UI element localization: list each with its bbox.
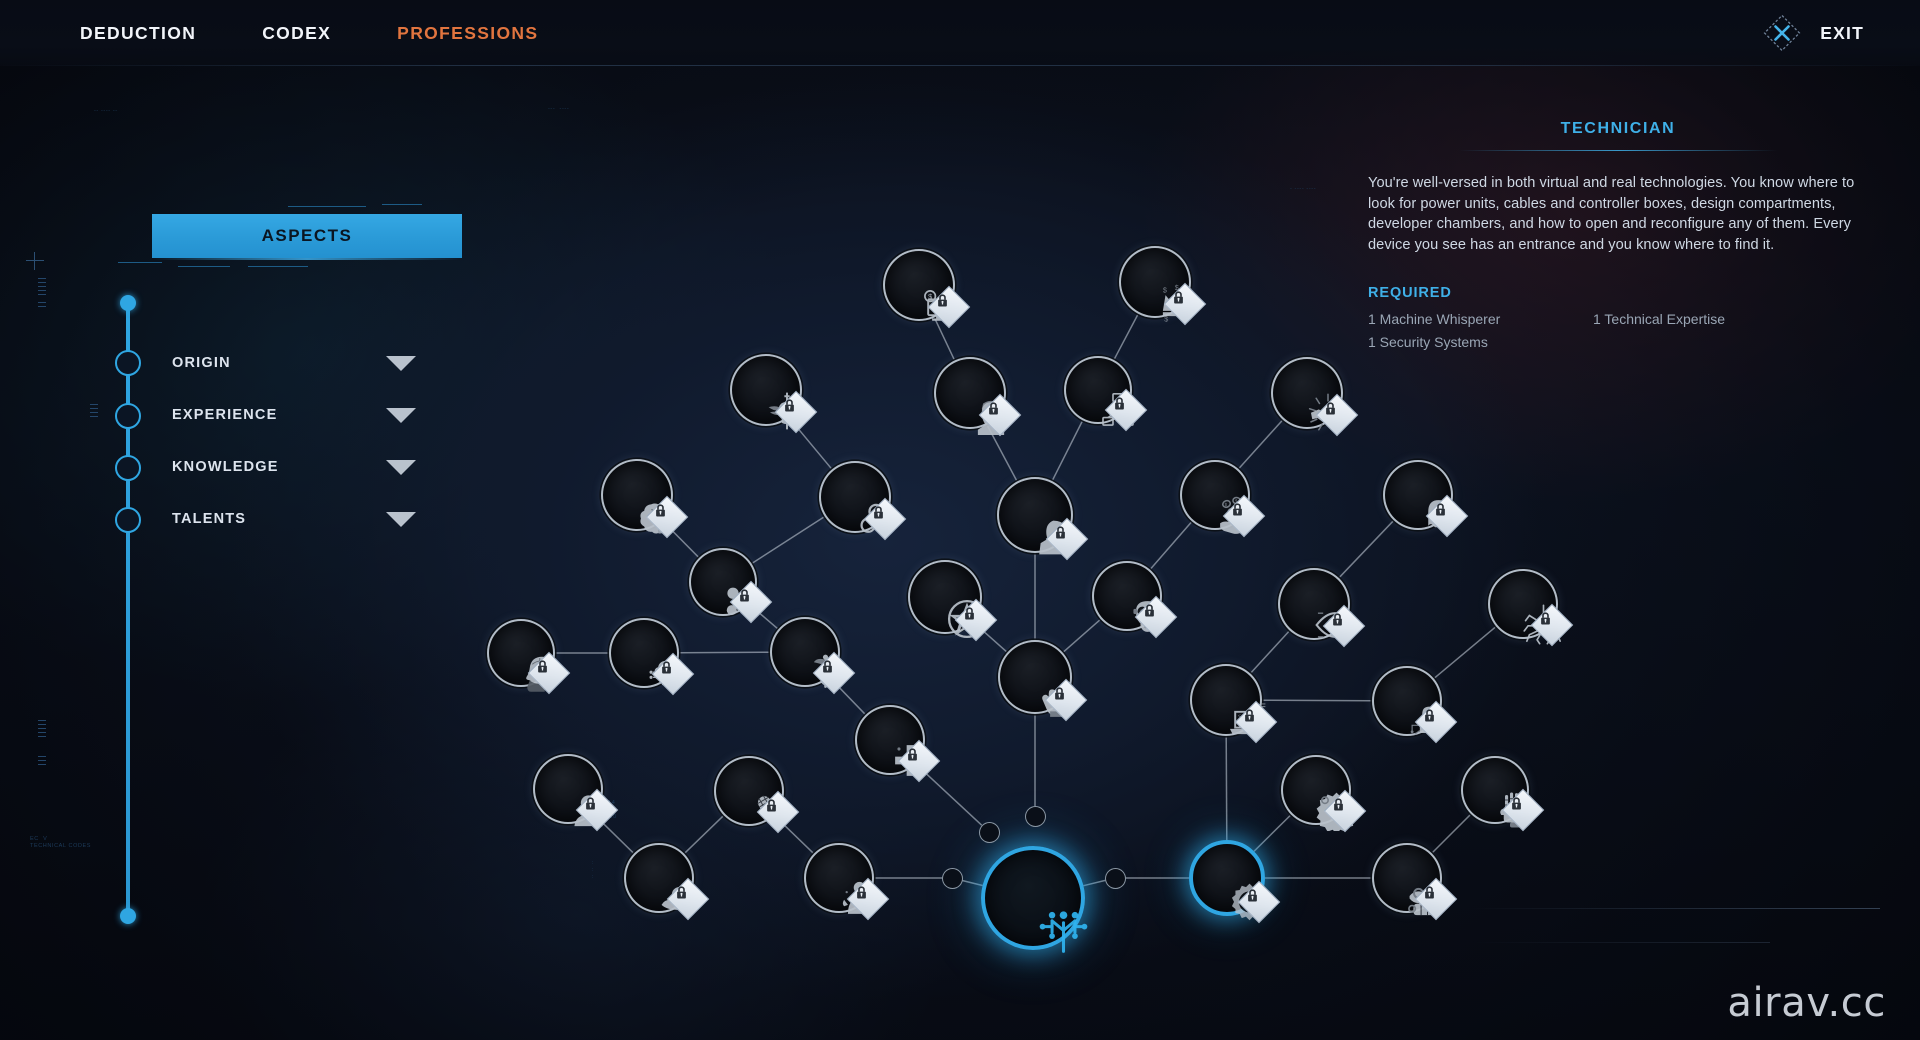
sidebar-item-experience[interactable]: EXPERIENCE xyxy=(172,398,434,432)
skill-link-junction xyxy=(978,821,1000,843)
skill-node-masked-person[interactable] xyxy=(934,357,1022,437)
svg-text:$: $ xyxy=(1225,502,1228,507)
skill-node-raised-fist[interactable] xyxy=(998,640,1088,722)
requirement-item: 1 Machine Whisperer xyxy=(1368,311,1501,327)
aspects-timeline-track xyxy=(126,300,130,918)
sidebar-item-talents[interactable]: TALENTS xyxy=(172,502,434,536)
svg-text:$: $ xyxy=(928,292,932,301)
timeline-cap-top xyxy=(120,295,136,311)
svg-text:$: $ xyxy=(1164,314,1168,323)
aspects-underline xyxy=(152,258,462,260)
requirement-item: 1 Technical Expertise xyxy=(1593,311,1726,327)
profession-description: You're well-versed in both virtual and r… xyxy=(1368,175,1855,253)
aspects-sidebar: ASPECTS ORIGIN EXPERIENCE KNOWLEDGE TALE… xyxy=(0,0,520,1040)
skill-node-spider[interactable] xyxy=(1488,569,1574,647)
sidebar-deco-line xyxy=(178,266,230,267)
required-label: REQUIRED xyxy=(1368,285,1452,301)
skill-node-gas-mask[interactable] xyxy=(1092,561,1178,639)
timeline-node-talents[interactable] xyxy=(115,507,141,533)
skill-node-presenter[interactable] xyxy=(804,843,890,921)
skill-node-money-monitor[interactable]: $ $ $ xyxy=(883,249,971,329)
sidebar-deco-line xyxy=(248,266,308,267)
requirement-item: 1 Security Systems xyxy=(1368,334,1488,350)
tab-professions[interactable]: PROFESSIONS xyxy=(395,19,540,48)
skill-node-fedora-hat[interactable] xyxy=(624,843,710,921)
skill-node-person-bust[interactable] xyxy=(533,754,619,832)
skill-node-technician[interactable] xyxy=(1189,840,1281,924)
skill-link-junction xyxy=(1104,867,1126,889)
skill-node-star-badge[interactable] xyxy=(908,560,998,642)
skill-node-winged-skull[interactable] xyxy=(730,354,818,434)
chevron-down-icon[interactable] xyxy=(386,407,416,423)
aspects-header-label: ASPECTS xyxy=(261,226,353,245)
sidebar-item-knowledge[interactable]: KNOWLEDGE xyxy=(172,450,434,484)
svg-text:$: $ xyxy=(1163,286,1167,295)
skill-node-coins-hand[interactable]: $$$ xyxy=(1180,460,1266,538)
sidebar-deco-line xyxy=(382,204,422,205)
skill-node-ghost[interactable] xyxy=(1383,460,1469,538)
sidebar-item-label: EXPERIENCE xyxy=(172,407,278,423)
requirement-spacer xyxy=(1593,333,1868,352)
skill-node-caduceus[interactable] xyxy=(770,617,856,695)
timeline-node-experience[interactable] xyxy=(115,403,141,429)
skill-node-network-money[interactable]: $ xyxy=(1064,356,1148,432)
timeline-cap-bottom xyxy=(120,908,136,924)
sidebar-item-label: TALENTS xyxy=(172,511,247,527)
skill-node-laptop-code[interactable]: </>{ } xyxy=(1190,664,1278,744)
skill-link-junction xyxy=(1024,805,1046,827)
sidebar-deco-line xyxy=(118,262,162,263)
skill-node-medical-cross[interactable] xyxy=(855,705,941,783)
nav-tabs: DEDUCTION CODEX PROFESSIONS xyxy=(78,0,540,66)
profession-info-panel: TECHNICIAN You're well-versed in both vi… xyxy=(1368,120,1868,352)
skill-node-handshake[interactable] xyxy=(1271,357,1359,437)
chevron-down-icon[interactable] xyxy=(386,355,416,371)
exit-label: EXIT xyxy=(1820,22,1864,43)
timeline-node-knowledge[interactable] xyxy=(115,455,141,481)
close-x-diamond-icon xyxy=(1760,11,1804,55)
profession-title: TECHNICIAN xyxy=(1560,120,1676,137)
skill-node-mic-hand[interactable] xyxy=(714,756,800,834)
skill-node-brain-chip[interactable] xyxy=(609,618,695,696)
skill-node-brain[interactable] xyxy=(601,459,689,539)
exit-button[interactable]: EXIT xyxy=(1760,0,1864,66)
aspects-header-button[interactable]: ASPECTS xyxy=(152,214,462,258)
skill-node-molecule[interactable] xyxy=(689,548,773,624)
skill-node-unlocked-pad[interactable] xyxy=(1372,666,1458,744)
skill-node-biohazard[interactable] xyxy=(819,461,907,541)
skill-link-junction xyxy=(941,867,963,889)
watermark: airav.cc xyxy=(1727,980,1886,1026)
tab-deduction[interactable]: DEDUCTION xyxy=(78,19,198,48)
skill-node-detective-face[interactable] xyxy=(997,477,1089,561)
sidebar-item-origin[interactable]: ORIGIN xyxy=(172,346,434,380)
tab-codex[interactable]: CODEX xyxy=(260,19,333,48)
skill-node-mech-arm[interactable] xyxy=(1372,843,1458,921)
skill-node-crown-money[interactable]: $$$$$ xyxy=(1119,246,1207,326)
timeline-node-origin[interactable] xyxy=(115,350,141,376)
skill-node-root[interactable] xyxy=(981,846,1088,953)
skill-node-eye-scan[interactable] xyxy=(1278,568,1366,648)
sidebar-deco-line xyxy=(288,206,366,207)
skill-node-robotic-hand[interactable] xyxy=(1461,756,1545,832)
requirements-list: 1 Machine Whisperer 1 Technical Expertis… xyxy=(1368,310,1868,352)
profession-title-rule xyxy=(1459,150,1777,151)
skill-node-gear-cog[interactable] xyxy=(1281,755,1367,833)
sidebar-item-label: ORIGIN xyxy=(172,355,231,371)
sidebar-item-label: KNOWLEDGE xyxy=(172,459,279,475)
top-navigation-bar: DEDUCTION CODEX PROFESSIONS EXIT xyxy=(0,0,1920,66)
chevron-down-icon[interactable] xyxy=(386,511,416,527)
chevron-down-icon[interactable] xyxy=(386,459,416,475)
